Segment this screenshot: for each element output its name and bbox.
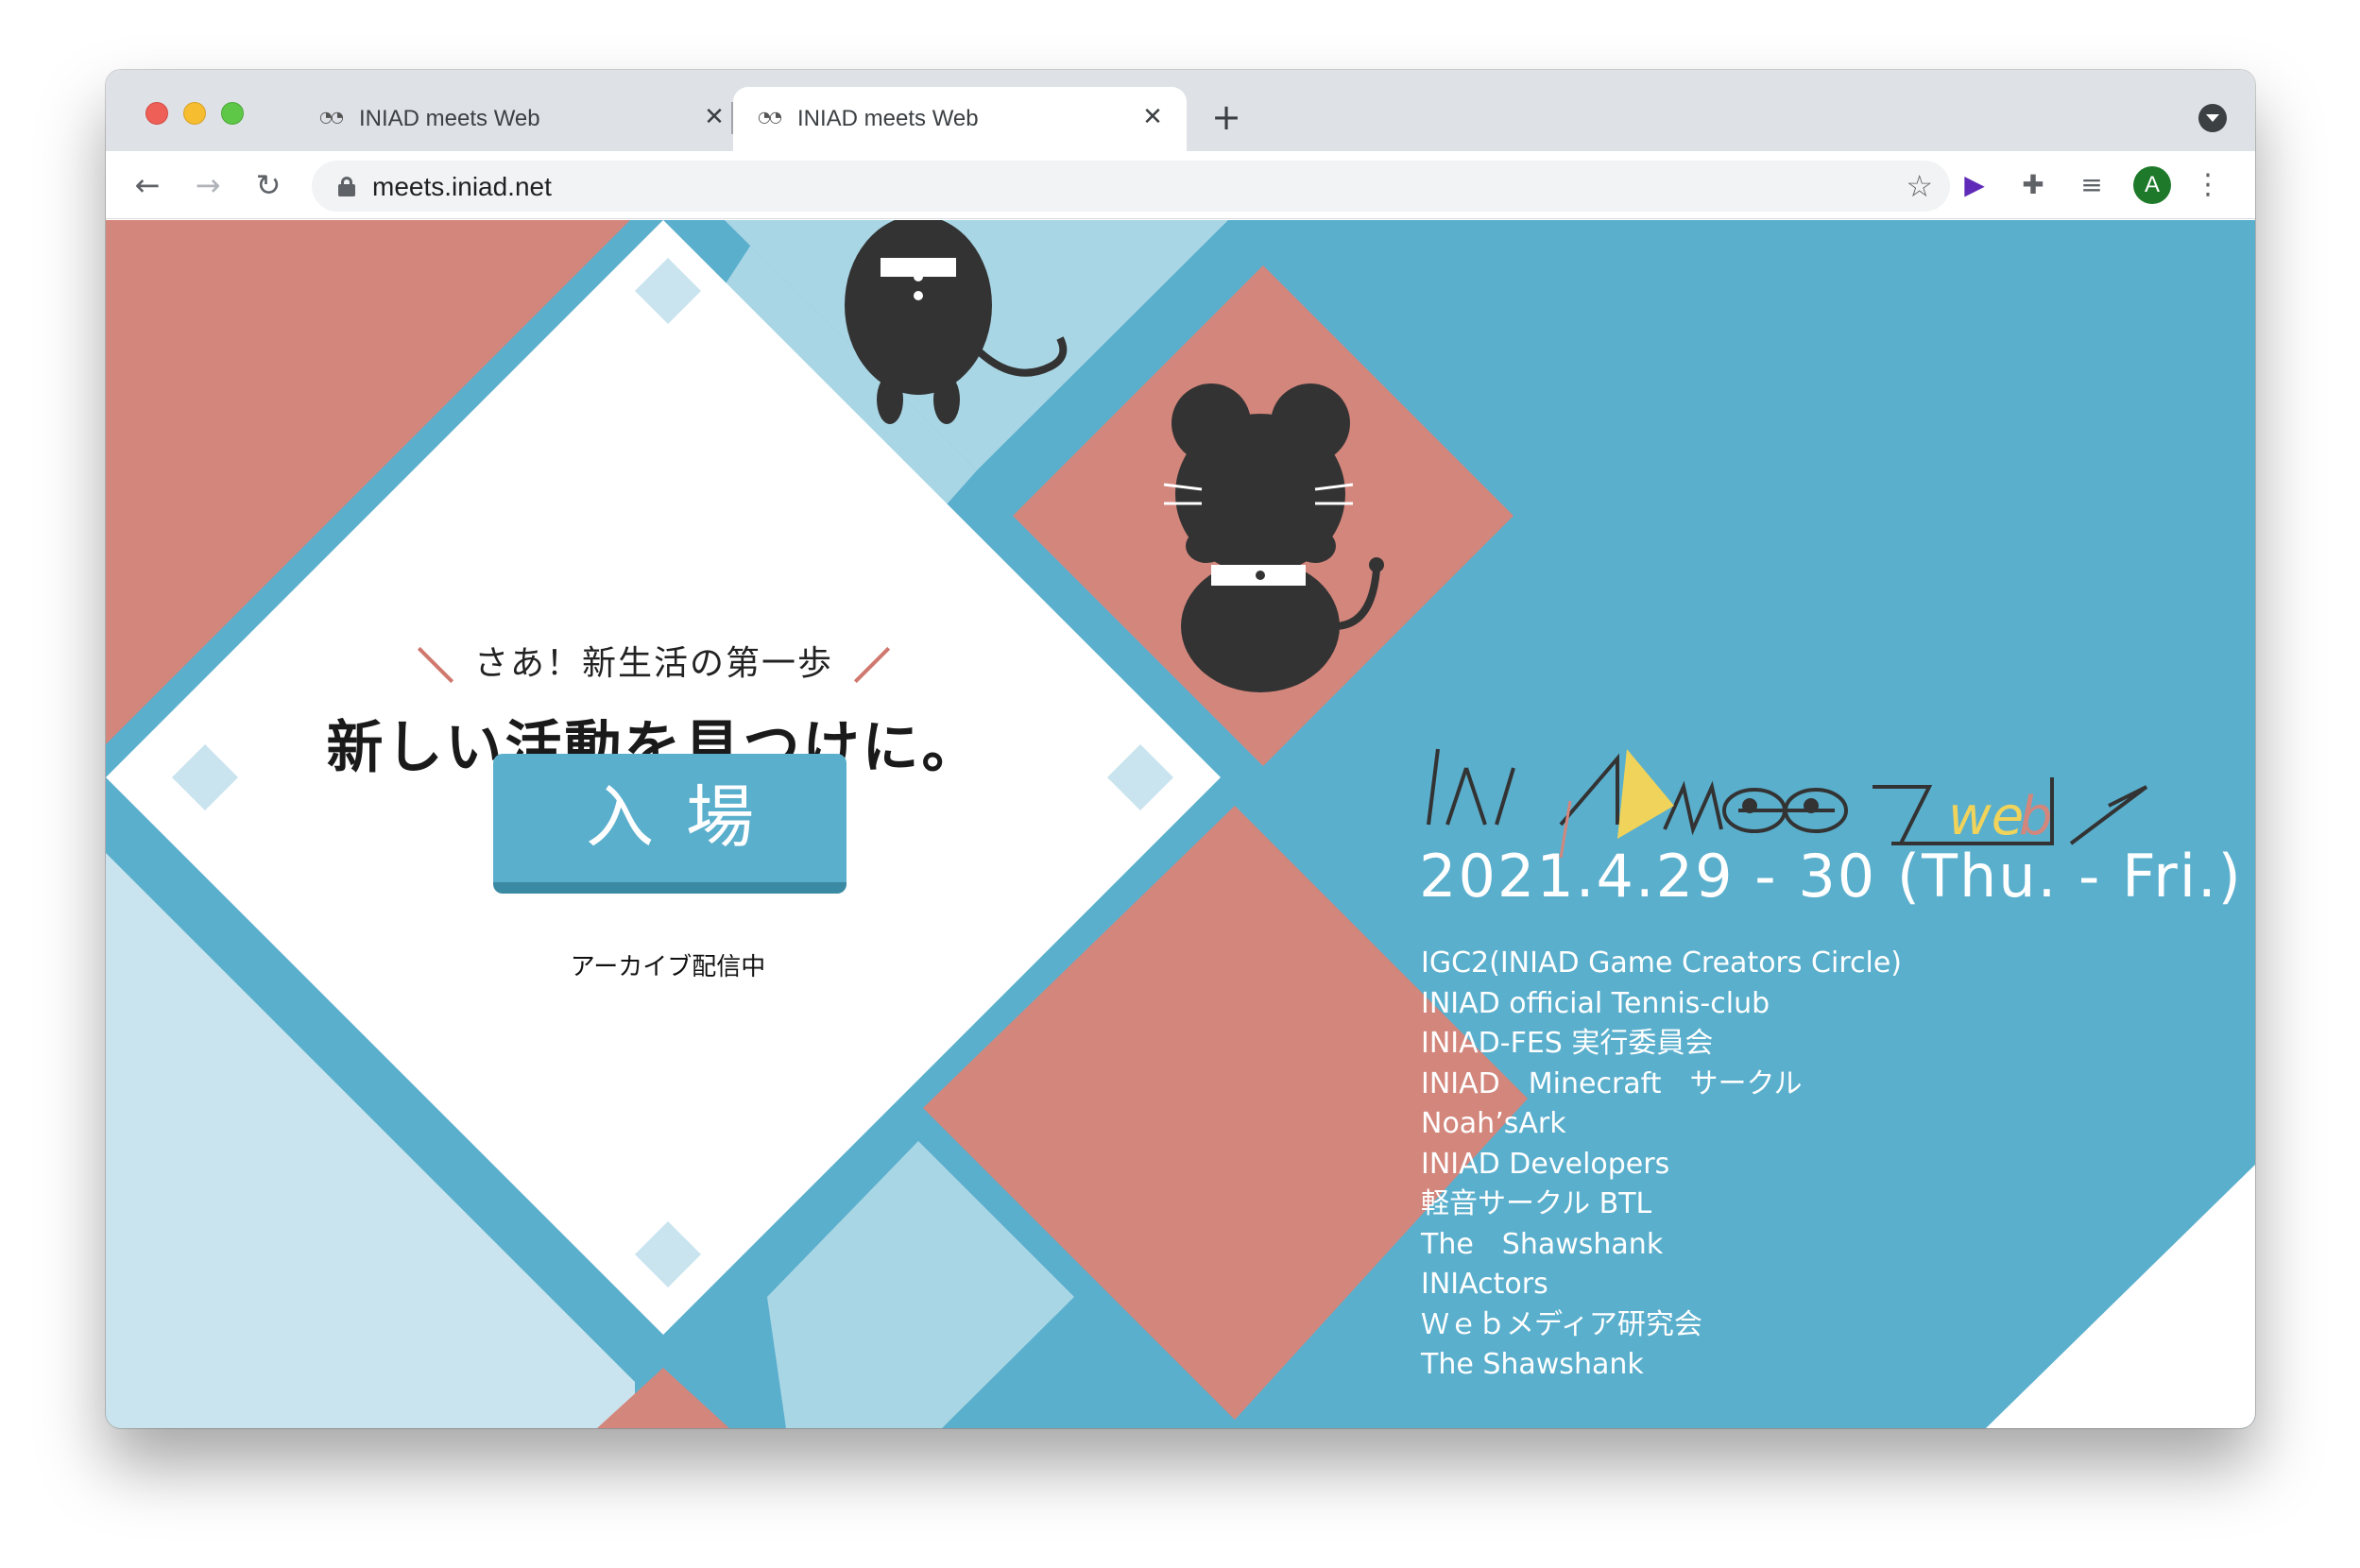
page-viewport: さあ！新生活の第一歩 新しい活動を見つけに。 入場 アーカイブ配信中 we b … [106, 220, 2255, 1428]
circle-list: IGC2(INIAD Game Creators Circle) INIAD o… [1421, 944, 1902, 1386]
tab-active[interactable]: ◔◔ INIAD meets Web ✕ [733, 87, 1187, 151]
close-window-button[interactable] [145, 102, 168, 125]
slash-decoration [417, 647, 454, 684]
lock-icon [338, 177, 355, 196]
minimize-window-button[interactable] [183, 102, 206, 125]
event-logo: we b [1427, 748, 2148, 859]
circle-item: INIAD Minecraft サークル [1421, 1066, 1803, 1100]
maximize-window-button[interactable] [221, 102, 244, 125]
circle-item: Noah’sArk [1421, 1107, 1566, 1140]
circle-item: 軽音サークル BTL [1421, 1187, 1652, 1220]
event-date: 2021.4.29 - 30 (Thu. - Fri.) [1419, 842, 2243, 911]
circle-item: The Shawshank [1421, 1227, 1664, 1261]
circle-item: INIAD Developers [1421, 1147, 1670, 1181]
avatar[interactable]: A [2133, 166, 2171, 204]
tab-title: INIAD meets Web [797, 106, 979, 131]
logo-b-text: b [2019, 786, 2053, 847]
circle-item: INIAD official Tennis-club [1421, 986, 1770, 1020]
browser-window: ◔◔ INIAD meets Web ✕ ◔◔ INIAD meets Web … [106, 70, 2255, 1428]
tab-strip: ◔◔ INIAD meets Web ✕ ◔◔ INIAD meets Web … [106, 70, 2255, 151]
circle-item: Ｗｅｂメディア研究会 [1421, 1307, 1702, 1341]
media-control-icon[interactable]: ≡ [2075, 168, 2109, 202]
back-icon[interactable]: ← [127, 164, 168, 206]
circle-item: INIAD-FES 実行委員会 [1421, 1027, 1714, 1060]
kebab-menu-icon[interactable]: ⋮ [2194, 168, 2222, 202]
close-icon[interactable]: ✕ [699, 102, 729, 132]
catchphrase-small: さあ！新生活の第一歩 [106, 636, 1202, 685]
cast-extension-icon[interactable]: ▶ [1958, 168, 1992, 202]
tab-search-icon[interactable] [2198, 104, 2227, 132]
close-icon[interactable]: ✕ [1137, 102, 1168, 132]
forward-icon[interactable]: → [187, 164, 229, 206]
url-text[interactable]: meets.iniad.net [372, 172, 552, 202]
eyes-icon: ◔◔ [758, 108, 782, 126]
circle-item: INIActors [1421, 1268, 1548, 1301]
toolbar: ← → ↻ meets.iniad.net ☆ ▶ ✚ ≡ A ⋮ [106, 151, 2255, 219]
star-icon[interactable]: ☆ [1906, 168, 1933, 204]
eyes-icon: ◔◔ [319, 108, 344, 126]
white-corner-shape [1986, 1165, 2255, 1428]
circle-item: The Shawshank [1421, 1348, 1644, 1381]
puzzle-icon[interactable]: ✚ [2016, 168, 2050, 202]
tab-title: INIAD meets Web [359, 106, 540, 131]
enter-button[interactable]: 入場 [493, 754, 847, 894]
reload-icon[interactable]: ↻ [248, 164, 289, 206]
archive-note: アーカイブ配信中 [570, 952, 766, 980]
tab-inactive[interactable]: ◔◔ INIAD meets Web ✕ [295, 87, 748, 151]
circle-item: IGC2(INIAD Game Creators Circle) [1421, 946, 1903, 980]
catchphrase-small-text: さあ！新生活の第一歩 [473, 643, 833, 682]
new-tab-button[interactable]: + [1207, 98, 1245, 136]
logo-we-text: we [1948, 786, 2024, 847]
slash-decoration [853, 647, 891, 684]
address-bar[interactable]: meets.iniad.net ☆ [312, 161, 1950, 212]
